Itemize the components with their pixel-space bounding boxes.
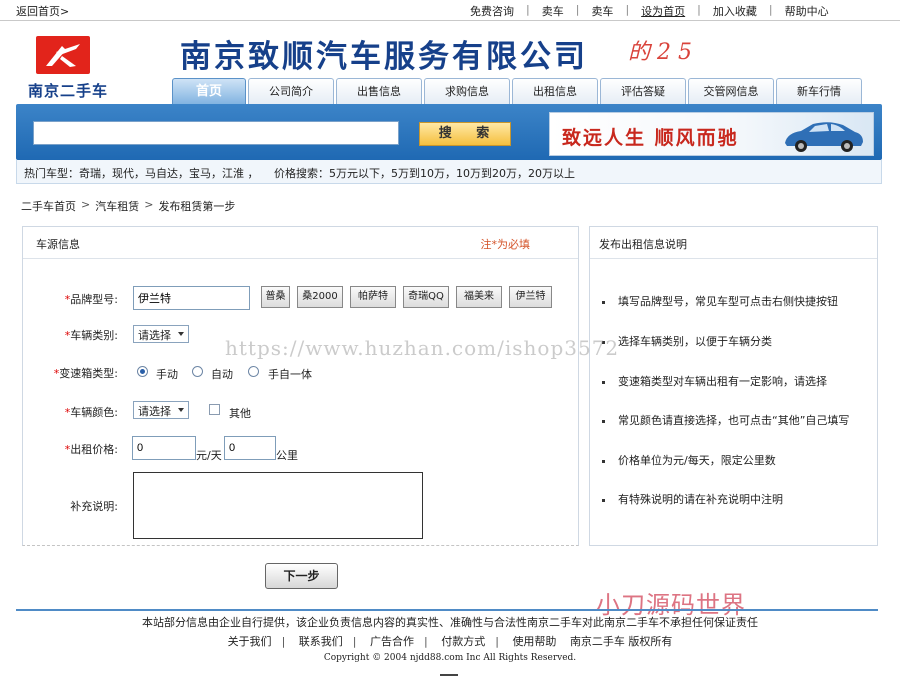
brand-label: *品牌型号: xyxy=(64,293,118,306)
tab-home[interactable]: 首页 xyxy=(172,78,246,105)
gear-label: *变速箱类型: xyxy=(53,367,118,380)
breadcrumb-home[interactable]: 二手车首页 xyxy=(21,198,76,214)
brand-button-sang2000[interactable]: 桑2000 xyxy=(297,286,343,308)
price-input[interactable] xyxy=(132,436,196,460)
chevron-right-icon: > xyxy=(144,198,154,211)
type-label: *车辆类别: xyxy=(64,329,118,342)
tab-evaluation[interactable]: 评估答疑 xyxy=(600,78,686,104)
chevron-down-icon xyxy=(178,408,184,412)
price-search[interactable]: 价格搜索：5万元以下，5万到10万，10万到20万，20万以上 xyxy=(274,165,575,181)
brand-button-passat[interactable]: 帕萨特 xyxy=(350,286,396,308)
gear-manual-radio[interactable] xyxy=(137,366,148,377)
logo-text: 南京二手车 xyxy=(28,82,109,100)
brand-input[interactable] xyxy=(133,286,250,310)
next-step-button[interactable]: 下一步 xyxy=(265,563,338,589)
main-nav: 首页 公司简介 出售信息 求购信息 出租信息 评估答疑 交管网信息 新车行情 xyxy=(172,78,862,105)
brand-button-pusang[interactable]: 普桑 xyxy=(261,286,290,308)
breadcrumb-rental[interactable]: 汽车租赁 xyxy=(95,198,139,214)
help-panel: 发布出租信息说明 填写品牌型号，常见车型可点击右侧快捷按钮 选择车辆类别，以便于… xyxy=(589,226,878,546)
watermark-url: https://www.huzhan.com/ishop3572 xyxy=(225,336,620,360)
page: 返回首页> 免费咨询 | 卖车 | 卖车 | 设为首页 | 加入收藏 | 帮助中… xyxy=(0,0,900,688)
help-item: 填写品牌型号，常见车型可点击右侧快捷按钮 xyxy=(602,293,838,309)
copyright: Copyright © 2004 njdd88.com Inc All Righ… xyxy=(323,653,577,663)
color-other-checkbox[interactable] xyxy=(209,404,220,415)
note-textarea[interactable] xyxy=(133,472,423,539)
panel-header: 车源信息 注*为必填 xyxy=(23,227,578,259)
brand-button-fumeilai[interactable]: 福美来 xyxy=(456,286,502,308)
footer-links: 关于我们 | 联系我们 | 广告合作 | 付款方式 | 使用帮助 南京二手车 版权所有 xyxy=(227,635,673,648)
help-item: 变速箱类型对车辆出租有一定影响，请选择 xyxy=(602,373,827,389)
gear-auto-label: 自动 xyxy=(211,368,233,381)
help-item: 有特殊说明的请在补充说明中注明 xyxy=(602,491,783,507)
sell-car-link[interactable]: 卖车 xyxy=(542,3,564,19)
hot-models[interactable]: 热门车型：奇瑞，现代，马自达，宝马，江淮 ， xyxy=(24,165,259,181)
footer-link-about[interactable]: 关于我们 xyxy=(228,635,272,648)
separator: | xyxy=(625,3,630,16)
search-button[interactable]: 搜 索 xyxy=(419,122,511,146)
separator: | xyxy=(575,3,580,16)
tab-new-car[interactable]: 新车行情 xyxy=(776,78,862,104)
gear-tiptronic-label: 手自一体 xyxy=(268,368,312,381)
breadcrumb-current: 发布租赁第一步 xyxy=(158,200,236,213)
top-bar: 返回首页> 免费咨询 | 卖车 | 卖车 | 设为首页 | 加入收藏 | 帮助中… xyxy=(0,0,900,21)
set-homepage-link[interactable]: 设为首页 xyxy=(641,3,685,19)
color-other-label: 其他 xyxy=(229,407,251,420)
footer-brand: 南京二手车 版权所有 xyxy=(569,635,673,648)
car-icon xyxy=(785,122,863,152)
banner-ad[interactable]: 致远人生 顺风而驰 xyxy=(549,112,874,156)
tab-traffic-info[interactable]: 交管网信息 xyxy=(688,78,774,104)
separator: | xyxy=(768,3,773,16)
gear-tiptronic-radio[interactable] xyxy=(248,366,259,377)
footer-divider xyxy=(16,609,878,611)
help-item: 价格单位为元/每天，限定公里数 xyxy=(602,452,776,468)
tab-for-rent[interactable]: 出租信息 xyxy=(512,78,598,104)
color-label: *车辆颜色: xyxy=(64,406,118,419)
brand-button-chery-qq[interactable]: 奇瑞QQ xyxy=(403,286,449,308)
help-item: 常见颜色请直接选择，也可点击“其他”自己填写 xyxy=(602,412,849,428)
help-item: 选择车辆类别，以便于车辆分类 xyxy=(602,333,772,349)
tab-for-sale[interactable]: 出售信息 xyxy=(336,78,422,104)
help-header: 发布出租信息说明 xyxy=(590,227,877,259)
footer-link-payment[interactable]: 付款方式 xyxy=(441,635,485,648)
sell-car-link-2[interactable]: 卖车 xyxy=(591,3,613,19)
tab-company-intro[interactable]: 公司简介 xyxy=(248,78,334,104)
chevron-right-icon: > xyxy=(81,198,91,211)
separator: | xyxy=(697,3,701,16)
type-select[interactable]: 请选择 xyxy=(133,325,189,343)
company-name: 南京致顺汽车服务有限公司 xyxy=(180,39,588,75)
breadcrumb: 二手车首页 > 汽车租赁 > 发布租赁第一步 xyxy=(21,198,235,214)
panel-title: 车源信息 xyxy=(36,238,80,251)
banner-slogan: 致远人生 顺风而驰 xyxy=(562,127,739,149)
add-favorite-link[interactable]: 加入收藏 xyxy=(713,3,757,19)
logo-icon[interactable] xyxy=(36,36,90,74)
km-input[interactable] xyxy=(224,436,276,460)
footer-link-contact[interactable]: 联系我们 xyxy=(299,635,343,648)
color-select[interactable]: 请选择 xyxy=(133,401,189,419)
gear-auto-radio[interactable] xyxy=(192,366,203,377)
price-label: *出租价格: xyxy=(64,443,118,456)
search-input[interactable] xyxy=(33,121,399,145)
handwritten-mark: 的 2 5 xyxy=(628,40,692,65)
free-consult-link[interactable]: 免费咨询 xyxy=(470,3,514,19)
footer-link-ads[interactable]: 广告合作 xyxy=(370,635,414,648)
footer-disclaimer: 本站部分信息由企业自行提供，该企业负责信息内容的真实性、准确性与合法性南京二手车… xyxy=(142,616,758,629)
hot-bar: 热门车型：奇瑞，现代，马自达，宝马，江淮 ， 价格搜索：5万元以下，5万到10万… xyxy=(16,160,882,184)
top-links: 免费咨询 | 卖车 | 卖车 | 设为首页 | 加入收藏 | 帮助中心 xyxy=(470,3,829,19)
separator: | xyxy=(526,3,530,16)
footer-dash xyxy=(440,674,458,676)
note-label: 补充说明: xyxy=(70,500,118,513)
help-center-link[interactable]: 帮助中心 xyxy=(785,3,829,19)
footer-link-help[interactable]: 使用帮助 xyxy=(512,635,556,648)
km-unit: 公里 xyxy=(276,449,298,462)
help-title: 发布出租信息说明 xyxy=(599,238,687,251)
chevron-down-icon xyxy=(178,332,184,336)
brand-button-elantra[interactable]: 伊兰特 xyxy=(509,286,552,308)
required-note: 注*为必填 xyxy=(480,238,531,251)
price-unit: 元/天 xyxy=(196,449,222,462)
back-home-link[interactable]: 返回首页> xyxy=(16,3,69,19)
tab-wanted[interactable]: 求购信息 xyxy=(424,78,510,104)
gear-manual-label: 手动 xyxy=(156,368,178,381)
